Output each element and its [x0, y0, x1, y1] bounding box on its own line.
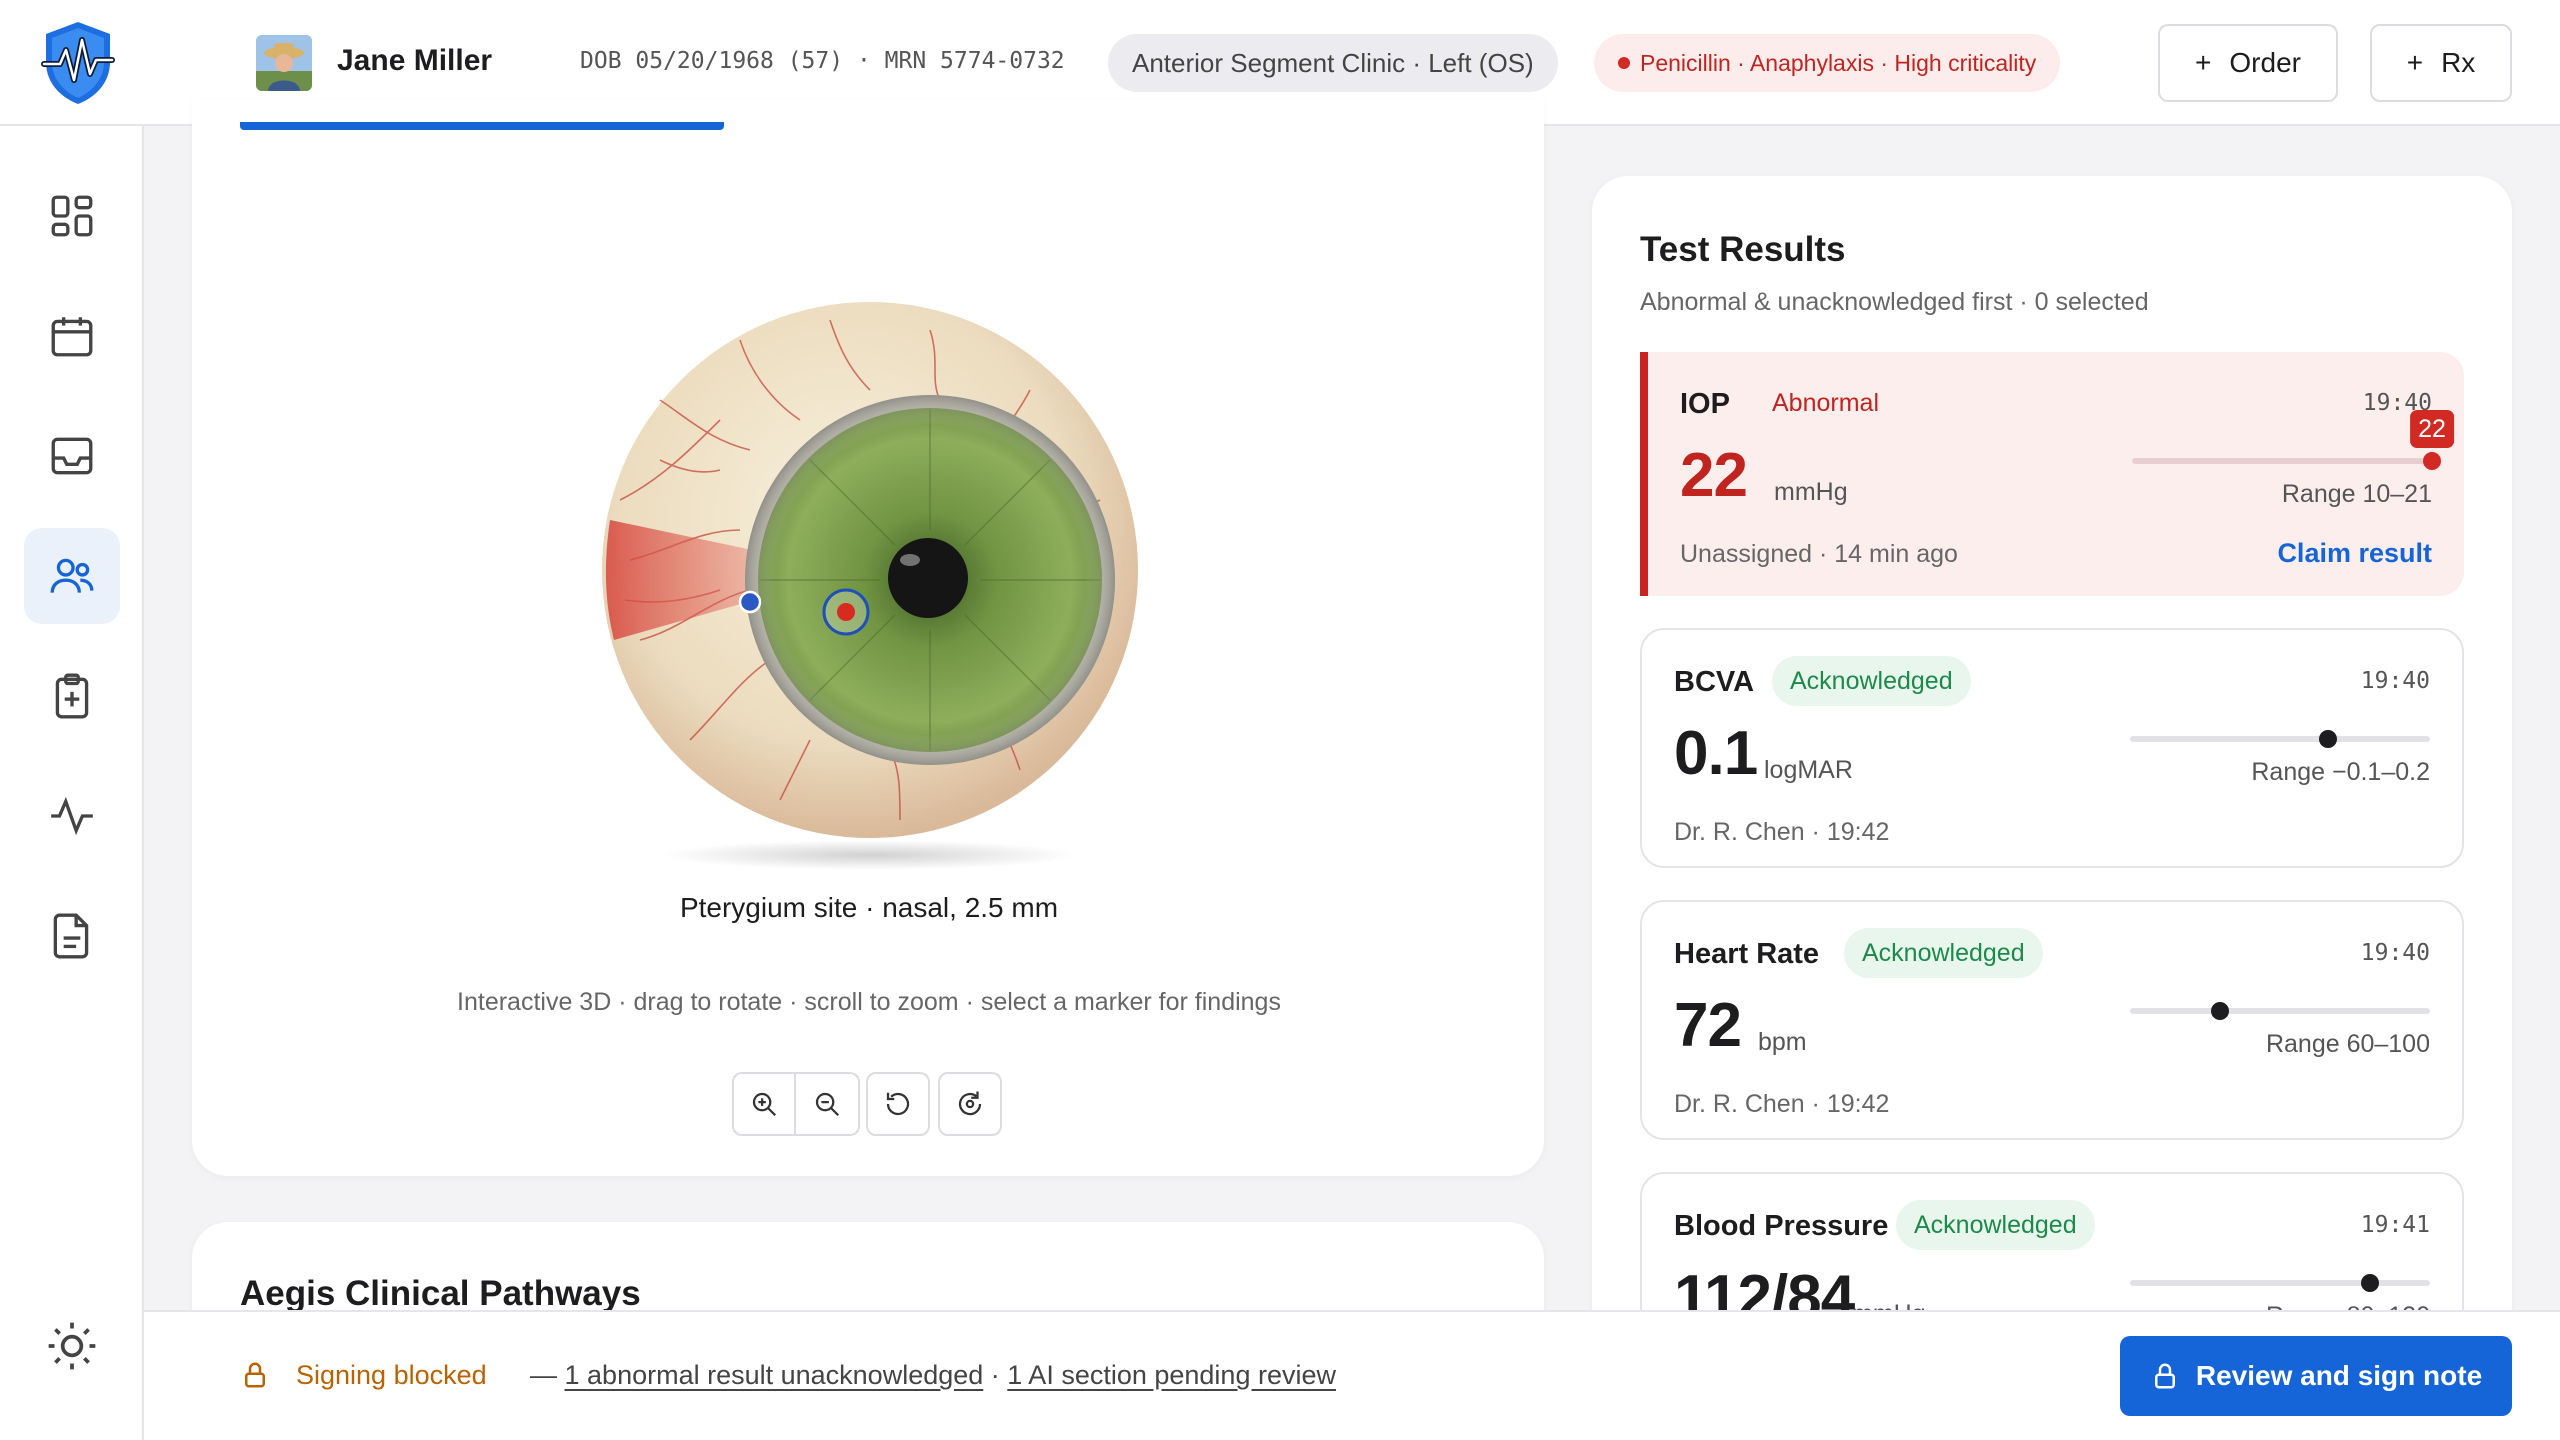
result-card-bcva[interactable]: BCVA Acknowledged 19:40 0.1 logMAR Range… — [1640, 628, 2464, 868]
zoom-out-button[interactable] — [796, 1072, 860, 1136]
sidebar-item-inbox[interactable] — [24, 408, 120, 504]
auto-rotate-control — [938, 1072, 1002, 1136]
sign-button-label: Review and sign note — [2195, 1360, 2483, 1391]
result-time: 19:41 — [2360, 1212, 2430, 1238]
blocker-link-abnormal-result[interactable]: 1 abnormal result unacknowledged — [565, 1360, 984, 1390]
auto-rotate-icon — [958, 1091, 982, 1116]
result-unit: logMAR — [1764, 756, 1853, 784]
rx-label: Rx — [2441, 47, 2476, 78]
result-value: 0.1 — [1674, 719, 1758, 788]
plus-icon: + — [2406, 47, 2424, 78]
result-card-iop[interactable]: IOP Abnormal 19:40 22 mmHg 22 Range 10–2… — [1640, 352, 2464, 596]
lock-icon — [245, 1362, 265, 1388]
pathways-title: Aegis Clinical Pathways — [240, 1274, 641, 1313]
sidebar-item-vitals[interactable] — [24, 768, 120, 864]
result-footer: Dr. R. Chen · 19:42 — [1674, 818, 1890, 846]
logo-icon — [41, 22, 115, 104]
range-track — [2130, 1002, 2430, 1020]
auto-rotate-button[interactable] — [938, 1072, 1002, 1136]
zoom-in-icon — [752, 1092, 777, 1117]
zoom-out-icon — [815, 1092, 840, 1117]
new-order-button[interactable]: + Order — [2158, 24, 2338, 102]
result-value: 72 — [1674, 991, 1742, 1060]
status-badge-abnormal: Abnormal — [1772, 388, 1879, 417]
marker-caption: Pterygium site · nasal, 2.5 mm — [679, 892, 1059, 923]
inbox-icon — [51, 437, 93, 475]
calendar-icon — [51, 317, 93, 357]
review-and-sign-button[interactable]: Review and sign note — [2120, 1336, 2512, 1416]
results-title: Test Results — [1640, 230, 1846, 269]
range-track: 22 — [2132, 410, 2454, 470]
range-marker — [2319, 730, 2337, 748]
result-unit: bpm — [1758, 1028, 1807, 1056]
clipboard-plus-icon — [55, 673, 89, 719]
result-footer: Unassigned · 14 min ago — [1680, 540, 1958, 568]
sidebar — [0, 126, 144, 1440]
result-footer: Dr. R. Chen · 19:42 — [1674, 1090, 1890, 1118]
status-badge-acknowledged: Acknowledged — [1772, 656, 1971, 706]
allergy-label: Penicillin · Anaphylaxis · High critical… — [1640, 49, 2037, 76]
sun-icon[interactable] — [44, 1318, 100, 1374]
results-subtitle: Abnormal & unacknowledged first · 0 sele… — [1640, 288, 2149, 316]
result-card-heart-rate[interactable]: Heart Rate Acknowledged 19:40 72 bpm Ran… — [1640, 900, 2464, 1140]
patient-name[interactable]: Jane Miller — [337, 44, 492, 78]
result-name: IOP — [1680, 388, 1730, 420]
allergy-dot-icon — [1618, 57, 1630, 69]
blocker-link-ai-review[interactable]: 1 AI section pending review — [1007, 1360, 1336, 1390]
allergy-alert-pill[interactable]: Penicillin · Anaphylaxis · High critical… — [1594, 34, 2061, 92]
result-name: Blood Pressure — [1674, 1210, 1889, 1242]
patient-demographics: DOB 05/20/1968 (57) · MRN 5774-0732 — [580, 48, 1065, 74]
result-range: Range −0.1–0.2 — [2251, 758, 2430, 786]
out-of-range-flag: 22 — [2410, 410, 2454, 448]
signing-status: Signing blocked — [296, 1360, 487, 1390]
dashboard-icon — [51, 195, 93, 237]
patients-icon — [50, 558, 94, 593]
status-badge-acknowledged: Acknowledged — [1896, 1200, 2095, 1250]
result-time: 19:40 — [2360, 940, 2430, 966]
activity-icon — [51, 796, 93, 836]
sidebar-item-orders[interactable] — [24, 648, 120, 744]
sidebar-item-dashboard[interactable] — [24, 168, 120, 264]
result-name: BCVA — [1674, 666, 1755, 698]
clinic-context-label: Anterior Segment Clinic · Left (OS) — [1132, 47, 1534, 78]
plus-icon: + — [2195, 47, 2212, 78]
blocker-separator: · — [983, 1360, 1008, 1390]
new-rx-button[interactable]: + Rx — [2370, 24, 2512, 102]
result-range: Range 60–100 — [2265, 1030, 2430, 1058]
status-badge-acknowledged: Acknowledged — [1844, 928, 2043, 978]
range-track — [2130, 730, 2430, 748]
sidebar-item-patients[interactable] — [24, 528, 120, 624]
result-value: 22 — [1680, 441, 1748, 510]
order-label: Order — [2229, 47, 2301, 78]
claim-result-link[interactable]: Claim result — [2277, 538, 2432, 569]
eye-shadow — [660, 840, 1080, 870]
viewer-hint: Interactive 3D · drag to rotate · scroll… — [457, 988, 1281, 1016]
zoom-in-button[interactable] — [732, 1072, 796, 1136]
zoom-controls — [732, 1072, 860, 1136]
clinic-context-pill[interactable]: Anterior Segment Clinic · Left (OS) — [1108, 34, 1558, 92]
result-range: Range 10–21 — [2281, 480, 2432, 508]
sidebar-item-schedule[interactable] — [24, 288, 120, 384]
range-marker — [2423, 452, 2441, 470]
range-track — [2130, 1274, 2430, 1292]
result-unit: mmHg — [1774, 478, 1848, 506]
rotate-reset-icon — [886, 1092, 910, 1116]
result-name: Heart Rate — [1674, 938, 1820, 970]
lock-icon — [2154, 1363, 2175, 1389]
patient-avatar[interactable] — [256, 35, 312, 91]
active-tab-indicator — [240, 122, 724, 130]
blocker-dash: — — [530, 1360, 557, 1390]
range-marker — [2211, 1002, 2229, 1020]
result-time: 19:40 — [2360, 668, 2430, 694]
eye-3d-model[interactable] — [600, 300, 1140, 840]
reset-view-button[interactable] — [866, 1072, 930, 1136]
reset-view-control — [866, 1072, 930, 1136]
range-marker — [2361, 1274, 2379, 1292]
signing-blockers: — 1 abnormal result unacknowledged · 1 A… — [530, 1360, 1336, 1391]
marker-nasal-origin[interactable] — [738, 590, 762, 614]
